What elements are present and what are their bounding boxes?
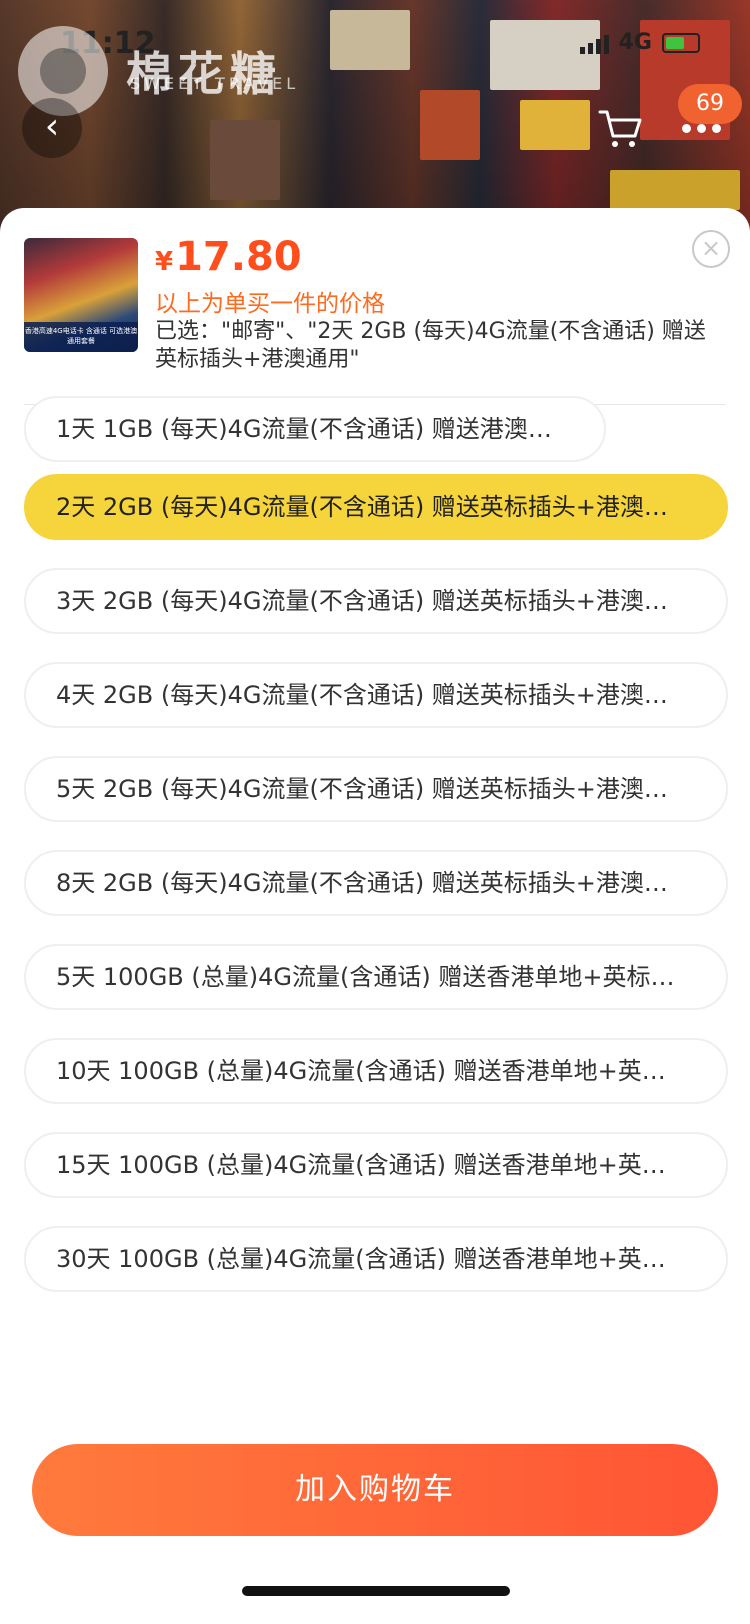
sku-selector-sheet: 香港高速4G电话卡 含通话 可选港澳通用套餐 ¥ 17.80 以上为单买一件的价… (0, 208, 750, 1624)
option-chip[interactable]: 10天 100GB (总量)4G流量(含通话) 赠送香港单地+英… (24, 1038, 728, 1104)
currency-symbol: ¥ (155, 247, 174, 277)
logo-text: 棉花糖 (126, 47, 282, 101)
cart-count-badge: 69 (678, 84, 742, 124)
option-chip[interactable]: 8天 2GB (每天)4G流量(不含通话) 赠送英标插头+港澳… (24, 850, 728, 916)
bg-sign (610, 170, 740, 210)
chevron-left-icon: ‹ (44, 106, 60, 147)
option-chip[interactable]: 5天 2GB (每天)4G流量(不含通话) 赠送英标插头+港澳… (24, 756, 728, 822)
cart-button[interactable] (596, 104, 646, 154)
option-chip-selected[interactable]: 2天 2GB (每天)4G流量(不含通话) 赠送英标插头+港澳… (24, 474, 728, 540)
price-note: 以上为单买一件的价格 (155, 291, 385, 317)
add-to-cart-button[interactable]: 加入购物车 (32, 1444, 718, 1536)
option-chip[interactable]: 1天 1GB (每天)4G流量(不含通话) 赠送港澳通用 (24, 396, 606, 462)
thumbnail-caption: 香港高速4G电话卡 含通话 可选港澳通用套餐 (24, 322, 138, 352)
selected-summary: 已选："邮寄"、"2天 2GB (每天)4G流量(不含通话) 赠送英标插头+港澳… (155, 319, 706, 372)
option-chip[interactable]: 30天 100GB (总量)4G流量(含通话) 赠送香港单地+英… (24, 1226, 728, 1292)
product-price: ¥ 17.80 (155, 234, 302, 280)
price-value: 17.80 (175, 234, 302, 280)
bg-sign (520, 100, 590, 150)
battery-icon (662, 32, 700, 53)
option-chip[interactable]: 15天 100GB (总量)4G流量(含通话) 赠送香港单地+英… (24, 1132, 728, 1198)
option-chip[interactable]: 3天 2GB (每天)4G流量(不含通话) 赠送英标插头+港澳… (24, 568, 728, 634)
network-type: 4G (618, 30, 652, 55)
product-thumbnail: 香港高速4G电话卡 含通话 可选港澳通用套餐 (24, 238, 138, 352)
cart-icon (598, 110, 642, 147)
signal-icon (579, 32, 609, 54)
option-chip[interactable]: 5天 100GB (总量)4G流量(含通话) 赠送香港单地+英标… (24, 944, 728, 1010)
logo-subtitle: SWEET TRAVEL (130, 74, 300, 93)
more-icon[interactable] (682, 124, 721, 133)
back-button[interactable]: ‹ (22, 98, 82, 158)
status-indicators: 4G (579, 30, 700, 55)
bg-sign (420, 90, 480, 160)
close-icon: × (700, 234, 722, 262)
bg-sign (210, 120, 280, 200)
close-button[interactable]: × (692, 230, 730, 268)
home-indicator (242, 1586, 510, 1596)
option-chip[interactable]: 4天 2GB (每天)4G流量(不含通话) 赠送英标插头+港澳… (24, 662, 728, 728)
